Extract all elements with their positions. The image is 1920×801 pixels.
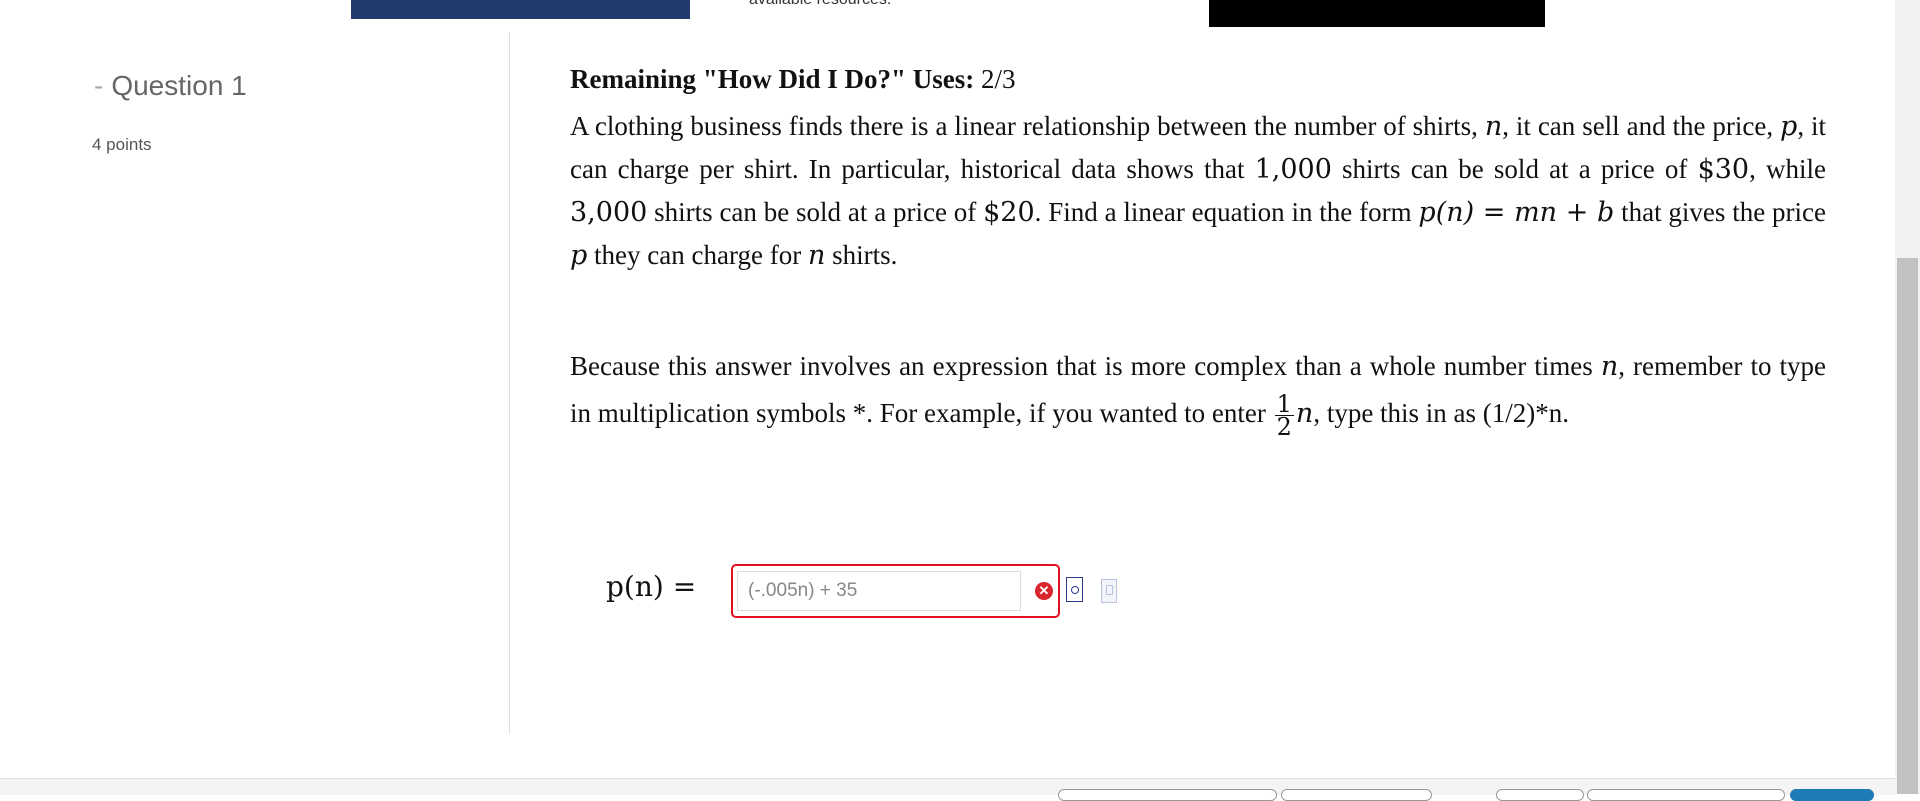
text: , type this in as (1/2)*n.	[1313, 398, 1570, 428]
math-number: $30	[1697, 154, 1750, 185]
text: A clothing business finds there is a lin…	[570, 111, 1485, 141]
text: Because this answer involves an expressi…	[570, 351, 1601, 381]
question-points: 4 points	[92, 135, 152, 154]
math-number: 3,000	[570, 197, 648, 228]
remaining-label: Remaining "How Did I Do?" Uses:	[570, 64, 975, 94]
text: shirts can be sold at a price of	[647, 197, 984, 227]
scrollbar-thumb[interactable]	[1897, 258, 1918, 794]
math-var: n	[1484, 111, 1503, 142]
remaining-uses: Remaining "How Did I Do?" Uses: 2/3	[570, 64, 1826, 95]
math-number: $20	[983, 197, 1035, 228]
math-var: p	[1780, 111, 1798, 142]
top-black-panel	[1209, 0, 1545, 27]
footer-button-2[interactable]	[1281, 789, 1432, 801]
top-banner	[351, 0, 690, 19]
fraction-denominator: 2	[1276, 413, 1292, 442]
math-var: n	[1600, 351, 1619, 382]
collapse-dash-icon[interactable]: -	[94, 70, 103, 101]
footer-button-1[interactable]	[1058, 789, 1277, 801]
text: that gives the price	[1614, 197, 1827, 227]
text: , while	[1749, 154, 1826, 184]
text: they can charge for	[587, 240, 808, 270]
question-content: Remaining "How Did I Do?" Uses: 2/3 A cl…	[570, 64, 1826, 442]
vertical-divider	[509, 32, 510, 734]
text: , it can sell and the price,	[1502, 111, 1781, 141]
answer-input[interactable]: (-.005n) + 35	[737, 571, 1021, 611]
math-formula: p(n) = mn + b	[1418, 197, 1615, 228]
text: . Find a linear equation in the form	[1034, 197, 1419, 227]
question-title: Question 1	[111, 70, 247, 101]
footer-button-3[interactable]	[1496, 789, 1584, 801]
copy-icon[interactable]	[1101, 579, 1117, 603]
footer-button-primary[interactable]	[1790, 789, 1874, 801]
error-icon: ✕	[1035, 582, 1053, 600]
math-number: 1,000	[1254, 154, 1332, 185]
text: shirts can be sold at a price of	[1331, 154, 1698, 184]
math-var: n	[1295, 398, 1314, 429]
question-paragraph-1: A clothing business finds there is a lin…	[570, 105, 1826, 277]
top-text-snippet: available resources.	[749, 0, 891, 9]
math-var: p	[570, 240, 588, 271]
remaining-value: 2/3	[981, 64, 1016, 94]
fraction: 12	[1274, 392, 1294, 442]
preview-icon[interactable]	[1066, 577, 1083, 602]
text: shirts.	[825, 240, 898, 270]
question-paragraph-2: Because this answer involves an expressi…	[570, 343, 1826, 442]
math-var: n	[807, 240, 826, 271]
footer-button-4[interactable]	[1587, 789, 1785, 801]
answer-label: p(n) =	[606, 570, 697, 603]
question-heading[interactable]: - Question 1	[94, 70, 247, 102]
